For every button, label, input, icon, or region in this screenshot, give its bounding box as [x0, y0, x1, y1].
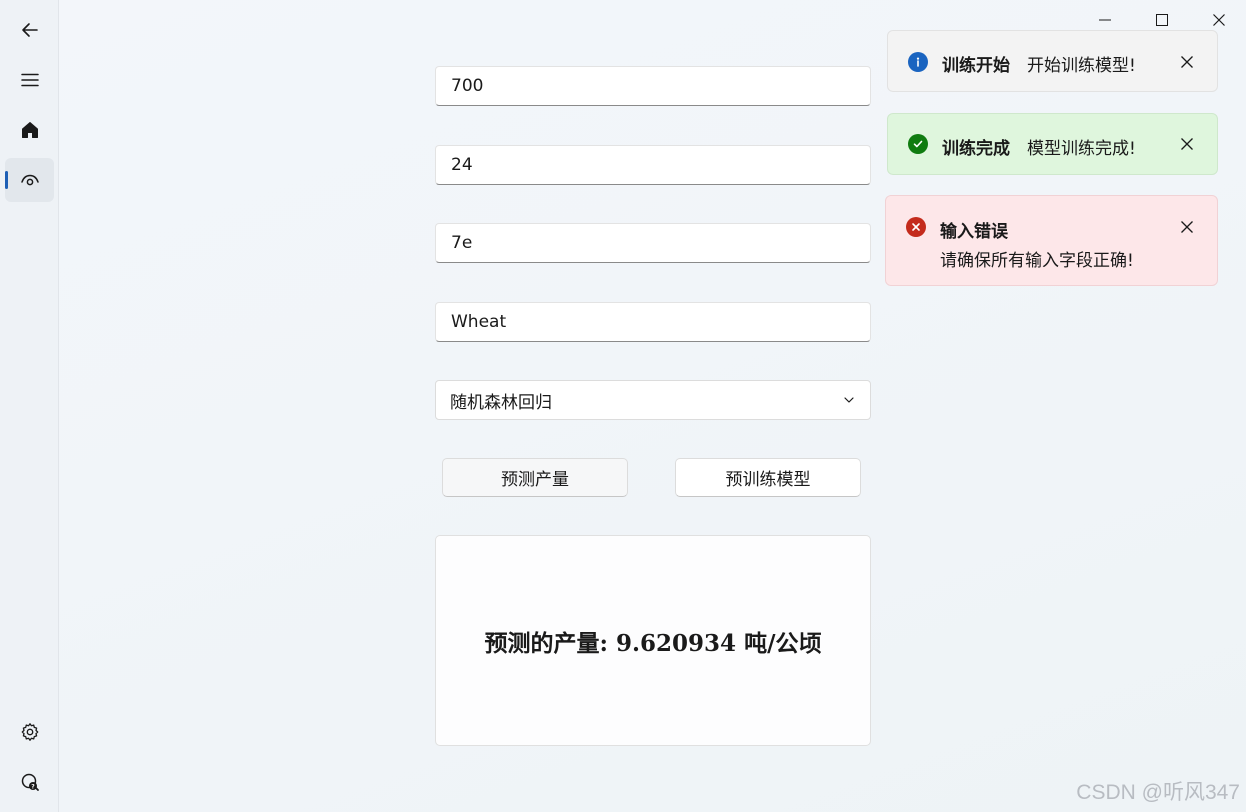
chevron-down-icon: [844, 397, 854, 403]
back-arrow-icon: [21, 23, 38, 37]
notification-success: 训练完成 模型训练完成!: [887, 113, 1218, 175]
checkmark-icon: [908, 134, 928, 154]
eye-icon: [20, 174, 39, 186]
nav-item-settings[interactable]: [5, 710, 54, 754]
selection-indicator: [5, 171, 8, 189]
close-icon: [1181, 56, 1193, 68]
maximize-icon: [1155, 14, 1168, 26]
model-select[interactable]: 随机森林回归: [435, 380, 871, 420]
close-icon: [1181, 138, 1193, 150]
notification-title: 训练开始: [942, 56, 1010, 76]
prediction-result: 预测的产量: 9.620934 吨/公顷: [484, 629, 822, 657]
close-notification-button[interactable]: [1177, 217, 1197, 237]
home-icon: [21, 122, 38, 138]
input-field-crop[interactable]: Wheat: [435, 302, 871, 342]
menu-toggle-button[interactable]: [5, 58, 54, 102]
notification-message: 请确保所有输入字段正确!: [940, 251, 1134, 271]
nav-item-view[interactable]: [5, 158, 54, 202]
close-notification-button[interactable]: [1177, 134, 1197, 154]
pretrain-model-button[interactable]: 预训练模型: [675, 458, 861, 497]
error-icon: [906, 217, 926, 237]
navigation-sidebar: ?: [0, 0, 59, 812]
back-button[interactable]: [5, 8, 54, 52]
notification-error: 输入错误 请确保所有输入字段正确!: [885, 195, 1218, 286]
watermark: CSDN @听风347: [1076, 781, 1240, 804]
notification-message: 模型训练完成!: [1027, 139, 1136, 159]
nav-item-help[interactable]: ?: [5, 760, 54, 804]
svg-text:?: ?: [31, 783, 35, 790]
info-icon: [908, 52, 928, 72]
predict-button[interactable]: 预测产量: [442, 458, 628, 497]
hamburger-icon: [20, 73, 39, 87]
model-select-value: 随机森林回归: [450, 392, 552, 413]
help-search-icon: ?: [21, 773, 39, 791]
close-icon: [1181, 221, 1193, 233]
result-card: 预测的产量: 9.620934 吨/公顷: [435, 535, 871, 746]
notification-message: 开始训练模型!: [1027, 56, 1136, 76]
close-icon: [1212, 14, 1225, 26]
close-notification-button[interactable]: [1177, 52, 1197, 72]
minimize-icon: [1098, 19, 1111, 21]
input-field-1[interactable]: 700: [435, 66, 871, 106]
notification-title: 输入错误: [940, 222, 1008, 242]
gear-icon: [21, 723, 38, 741]
nav-item-home[interactable]: [5, 108, 54, 152]
input-field-2[interactable]: 24: [435, 145, 871, 185]
notification-title: 训练完成: [942, 139, 1010, 159]
input-field-3[interactable]: 7e: [435, 223, 871, 263]
notification-info: 训练开始 开始训练模型!: [887, 30, 1218, 92]
